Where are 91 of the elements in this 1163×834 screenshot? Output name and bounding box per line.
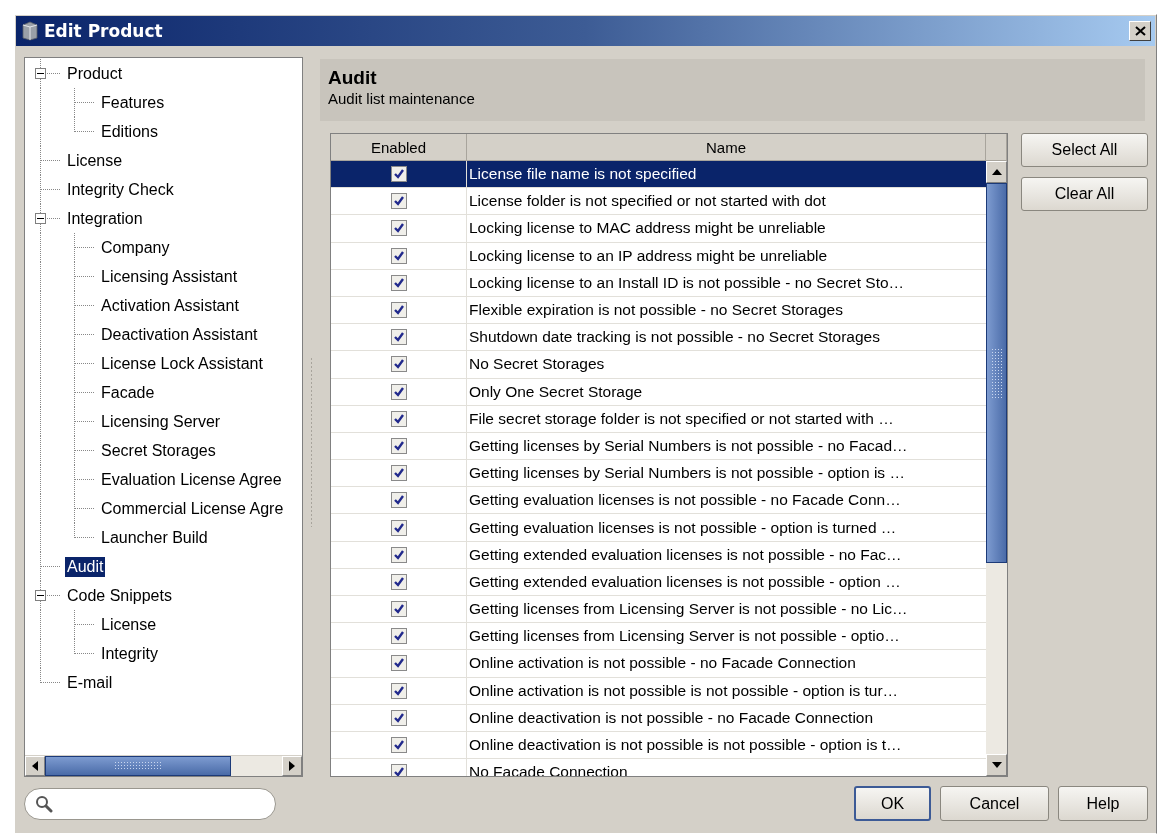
- checkbox[interactable]: [390, 737, 407, 754]
- table-cell-text: Online deactivation is not possible is not possible - option is t…: [468, 735, 903, 756]
- vertical-scrollbar[interactable]: [986, 161, 1007, 776]
- tree-item[interactable]: Features: [99, 92, 167, 113]
- tree-item[interactable]: License Lock Assistant: [99, 353, 265, 374]
- checkbox[interactable]: [390, 383, 407, 400]
- checkbox[interactable]: [390, 302, 407, 319]
- table-cell-text: License file name is not specified: [468, 164, 698, 185]
- table-cell-text: License folder is not specified or not started with dot: [468, 191, 827, 212]
- checkbox[interactable]: [390, 274, 407, 291]
- checkbox[interactable]: [390, 764, 407, 776]
- table-cell-text: Getting licenses from Licensing Server is not possible - optio…: [468, 626, 901, 647]
- select-all-button[interactable]: Select All: [1021, 133, 1148, 167]
- tree-item[interactable]: Integrity Check: [65, 179, 176, 200]
- collapse-toggle[interactable]: [35, 590, 46, 601]
- tree-item[interactable]: Licensing Server: [99, 411, 223, 432]
- tree-item[interactable]: Commercial License Agre: [99, 498, 286, 519]
- scroll-thumb[interactable]: [45, 756, 231, 776]
- table-cell-text: Getting evaluation licenses is not possible - no Facade Conn…: [468, 490, 902, 511]
- checkbox[interactable]: [390, 519, 407, 536]
- checkbox[interactable]: [390, 601, 407, 618]
- checkbox[interactable]: [390, 166, 407, 183]
- cube-icon: [22, 21, 38, 41]
- checkbox[interactable]: [390, 220, 407, 237]
- table-cell-text: No Secret Storages: [468, 354, 606, 375]
- dialog-button[interactable]: OK: [854, 786, 931, 821]
- checkbox[interactable]: [390, 193, 407, 210]
- tree-item[interactable]: Launcher Build: [99, 527, 210, 548]
- collapse-toggle[interactable]: [35, 68, 46, 79]
- table-cell-text: Getting licenses by Serial Numbers is not possible - no Facad…: [468, 435, 909, 456]
- tree-item[interactable]: Evaluation License Agree: [99, 469, 284, 490]
- table-cell-text: Shutdown date tracking is not possible - no Secret Storages: [468, 327, 881, 348]
- checkbox[interactable]: [390, 628, 407, 645]
- table-cell-text: Online deactivation is not possible - no Facade Connection: [468, 707, 875, 728]
- panel-subtitle: Audit list maintenance: [328, 89, 476, 109]
- checkbox[interactable]: [390, 709, 407, 726]
- table-cell-text: Online activation is not possible is not possible - option is tur…: [468, 680, 900, 701]
- tree-item[interactable]: License: [99, 614, 159, 635]
- table-cell-text: Locking license to MAC address might be unreliable: [468, 218, 827, 239]
- table-cell-text: Getting licenses from Licensing Server is not possible - no Lic…: [468, 599, 909, 620]
- table-cell-text: Getting extended evaluation licenses is not possible - no Fac…: [468, 544, 903, 565]
- table-cell-text: Flexible expiration is not possible - no Secret Storages: [468, 300, 844, 321]
- tree-item[interactable]: Deactivation Assistant: [99, 324, 260, 345]
- table-cell-text: Online activation is not possible - no Facade Connection: [468, 653, 857, 674]
- tree-item[interactable]: License: [65, 150, 125, 171]
- checkbox[interactable]: [390, 329, 407, 346]
- left-arrow-icon: [32, 761, 38, 771]
- dialog-button[interactable]: Cancel: [940, 786, 1049, 821]
- panel-title: Audit: [328, 67, 378, 89]
- clear-all-button[interactable]: Clear All: [1021, 177, 1148, 211]
- tree-item[interactable]: Code Snippets: [65, 585, 174, 606]
- tree-item[interactable]: Integrity: [99, 643, 160, 664]
- table-cell-text: Getting licenses by Serial Numbers is not possible - option is …: [468, 463, 906, 484]
- checkbox[interactable]: [390, 655, 407, 672]
- horizontal-scrollbar[interactable]: [25, 755, 303, 776]
- tree-item[interactable]: Licensing Assistant: [99, 266, 240, 287]
- search-field[interactable]: [24, 787, 276, 820]
- tree-item[interactable]: Secret Storages: [99, 440, 218, 461]
- tree-item[interactable]: Editions: [99, 121, 160, 142]
- checkbox[interactable]: [390, 682, 407, 699]
- search-icon: [35, 794, 53, 813]
- tree-item[interactable]: E-mail: [65, 672, 115, 693]
- checkbox[interactable]: [390, 492, 407, 509]
- tree-item[interactable]: Audit: [65, 556, 106, 577]
- close-button[interactable]: [1129, 21, 1151, 41]
- tree-item[interactable]: Company: [99, 237, 172, 258]
- tree-item[interactable]: Integration: [65, 208, 145, 229]
- checkbox[interactable]: [390, 573, 407, 590]
- table-cell-text: Locking license to an IP address might be unreliable: [468, 245, 829, 266]
- close-icon: [1134, 26, 1146, 36]
- tree-item[interactable]: Activation Assistant: [99, 295, 241, 316]
- scroll-thumb[interactable]: [986, 183, 1007, 563]
- table-cell-text: File secret storage folder is not specified or not started with …: [468, 408, 895, 429]
- checkbox[interactable]: [390, 247, 407, 264]
- checkbox[interactable]: [390, 437, 407, 454]
- checkbox[interactable]: [390, 546, 407, 563]
- checkbox[interactable]: [390, 410, 407, 427]
- down-arrow-icon: [991, 762, 1002, 768]
- right-arrow-icon: [289, 761, 296, 771]
- collapse-toggle[interactable]: [35, 213, 46, 224]
- table-cell-text: Locking license to an Install ID is not possible - no Secret Sto…: [468, 272, 906, 293]
- table-cell-text: Getting evaluation licenses is not possible - option is turned …: [468, 517, 898, 538]
- dialog-button[interactable]: Help: [1058, 786, 1148, 821]
- tree-item[interactable]: Product: [65, 63, 125, 84]
- table-cell-text: Getting extended evaluation licenses is not possible - option …: [468, 571, 902, 592]
- up-arrow-icon: [991, 169, 1002, 175]
- checkbox[interactable]: [390, 465, 407, 482]
- tree-item[interactable]: Facade: [99, 382, 157, 403]
- checkbox[interactable]: [390, 356, 407, 373]
- table-cell-text: Only One Secret Storage: [468, 381, 644, 402]
- window-title: Edit Product: [44, 21, 163, 41]
